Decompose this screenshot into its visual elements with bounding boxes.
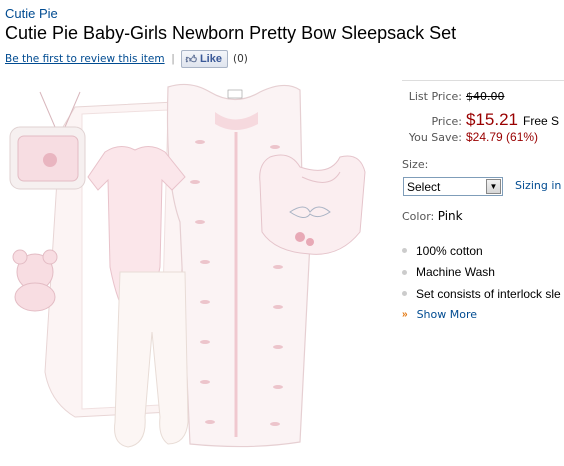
size-label: Size: <box>402 158 429 171</box>
price-divider <box>402 80 564 81</box>
feature-text: Machine Wash <box>416 265 495 280</box>
savings-label: You Save: <box>408 131 462 144</box>
list-price-label: List Price: <box>408 90 462 103</box>
like-count: (0) <box>232 53 248 65</box>
free-shipping-text: Free S <box>523 114 560 128</box>
brand-link[interactable]: Cutie Pie <box>5 6 58 21</box>
feature-list: 100% cotton Machine Wash Set consists of… <box>402 240 561 325</box>
price-row: Price: $15.21 Free S <box>402 110 559 130</box>
size-select[interactable]: Select ▼ <box>403 177 503 196</box>
price-label: Price: <box>431 115 462 128</box>
like-label: Like <box>199 53 222 65</box>
dropdown-arrow-icon[interactable]: ▼ <box>486 179 501 194</box>
feature-text: 100% cotton <box>416 243 483 258</box>
bullet-icon <box>402 269 407 275</box>
list-price-row: List Price: $40.00 <box>402 90 559 110</box>
size-select-value: Select <box>407 179 441 194</box>
separator: | <box>171 53 175 65</box>
color-row: Color: Pink <box>402 209 463 223</box>
product-title: Cutie Pie Baby-Girls Newborn Pretty Bow … <box>5 23 457 43</box>
show-more-row[interactable]: » Show More <box>402 305 561 325</box>
bullet-icon <box>402 248 407 254</box>
list-item: Machine Wash <box>402 262 561 284</box>
feature-text: Set consists of interlock sle <box>416 286 561 301</box>
list-item: 100% cotton <box>402 240 561 262</box>
thumbs-up-icon: 👍︎ <box>185 53 197 66</box>
savings-value: $24.79 (61%) <box>466 130 539 144</box>
product-photo <box>9 83 366 448</box>
write-review-link[interactable]: Be the first to review this item <box>5 53 165 65</box>
review-row: Be the first to review this item | 👍︎ Li… <box>5 50 248 68</box>
product-image[interactable] <box>0 72 395 461</box>
price-value: $15.21 <box>466 110 518 129</box>
color-value: Pink <box>437 209 463 223</box>
color-label: Color: <box>402 210 435 223</box>
sizing-info-link[interactable]: Sizing in <box>515 179 561 192</box>
chevron-down-icon: » <box>402 309 408 320</box>
list-price-value: $40.00 <box>466 90 505 103</box>
like-button[interactable]: 👍︎ Like <box>181 50 228 68</box>
list-item: Set consists of interlock sle <box>402 283 561 305</box>
price-block: List Price: $40.00 Price: $15.21 Free S … <box>402 90 559 150</box>
bullet-icon <box>402 291 407 297</box>
savings-row: You Save: $24.79 (61%) <box>402 130 559 150</box>
show-more-link[interactable]: Show More <box>417 308 477 321</box>
